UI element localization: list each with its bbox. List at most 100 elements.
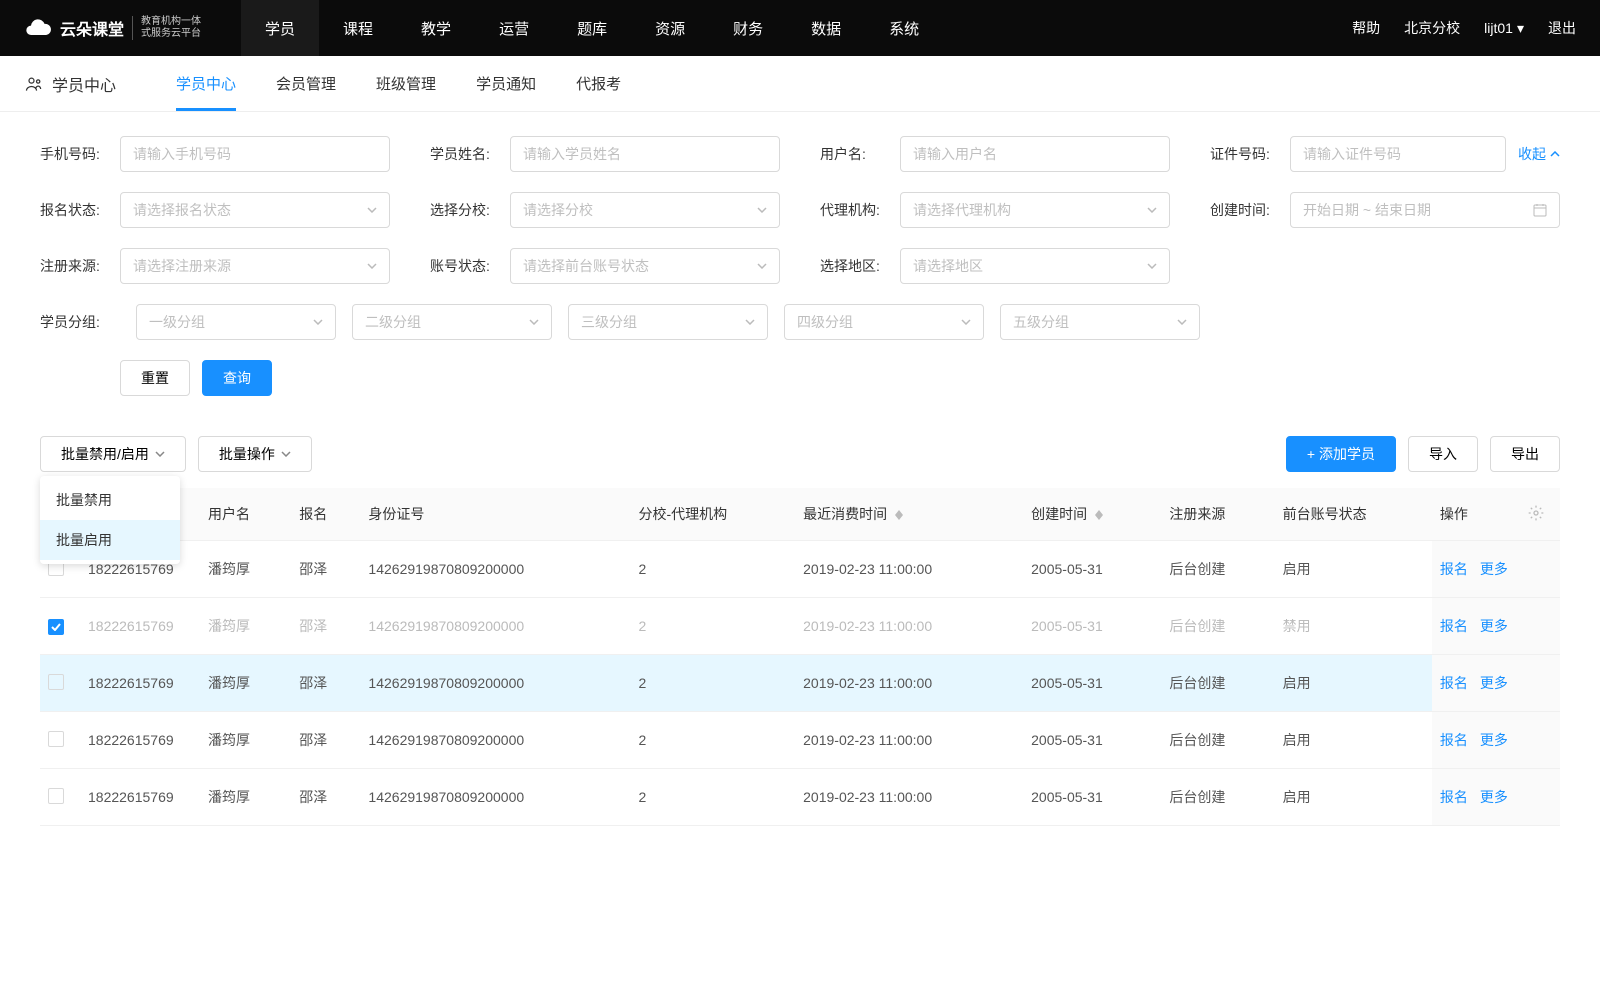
toolbar-right: + 添加学员 导入 导出 [1286, 436, 1560, 472]
caret-down-icon: ▾ [1517, 20, 1524, 37]
more-link[interactable]: 更多 [1480, 675, 1508, 691]
help-link[interactable]: 帮助 [1352, 18, 1380, 38]
region-select[interactable]: 请选择地区 [900, 248, 1170, 284]
table-row: 18222615769潘筠厚邵泽142629198708092000002201… [40, 655, 1560, 712]
username-input[interactable] [900, 136, 1170, 172]
cell-reg-source: 后台创建 [1161, 769, 1274, 826]
phone-input[interactable] [120, 136, 390, 172]
enroll-link[interactable]: 报名 [1440, 675, 1468, 691]
nav-item[interactable]: 财务 [709, 0, 787, 56]
sort-icon [895, 510, 903, 520]
nav-item[interactable]: 系统 [865, 0, 943, 56]
nav-item[interactable]: 课程 [319, 0, 397, 56]
cell-username: 潘筠厚 [200, 598, 291, 655]
row-checkbox[interactable] [48, 619, 64, 635]
search-button[interactable]: 查询 [202, 360, 272, 396]
cell-branch: 2 [631, 769, 796, 826]
table-row: 18222615769潘筠厚邵泽142629198708092000002201… [40, 769, 1560, 826]
cell-enroll: 邵泽 [291, 712, 360, 769]
account-status-select[interactable]: 请选择前台账号状态 [510, 248, 780, 284]
logout-link[interactable]: 退出 [1548, 18, 1576, 38]
cell-reg-source: 后台创建 [1161, 712, 1274, 769]
account-status-label: 账号状态: [430, 256, 510, 276]
chevron-down-icon [1147, 207, 1157, 213]
create-time-picker[interactable]: 开始日期 ~ 结束日期 [1290, 192, 1560, 228]
branch-select[interactable]: 请选择分校 [510, 192, 780, 228]
sort-icon [1095, 510, 1103, 520]
more-link[interactable]: 更多 [1480, 789, 1508, 805]
row-checkbox[interactable] [48, 788, 64, 804]
collapse-toggle[interactable]: 收起 [1518, 144, 1560, 164]
cell-phone: 18222615769 [80, 598, 200, 655]
add-student-button[interactable]: + 添加学员 [1286, 436, 1396, 472]
batch-op-button[interactable]: 批量操作 [198, 436, 312, 472]
col-settings[interactable] [1520, 488, 1560, 541]
nav-item[interactable]: 教学 [397, 0, 475, 56]
nav-item[interactable]: 题库 [553, 0, 631, 56]
export-button[interactable]: 导出 [1490, 436, 1560, 472]
cell-enroll: 邵泽 [291, 541, 360, 598]
group-select[interactable]: 三级分组 [568, 304, 768, 340]
username-label: 用户名: [820, 144, 900, 164]
col-branch: 分校-代理机构 [631, 488, 796, 541]
more-link[interactable]: 更多 [1480, 732, 1508, 748]
user-menu[interactable]: lijt01 ▾ [1484, 20, 1524, 37]
more-link[interactable]: 更多 [1480, 618, 1508, 634]
cell-idcard: 14262919870809200000 [360, 541, 630, 598]
sub-nav-item[interactable]: 学员中心 [176, 56, 236, 111]
enroll-status-select[interactable]: 请选择报名状态 [120, 192, 390, 228]
nav-item[interactable]: 运营 [475, 0, 553, 56]
col-create-time[interactable]: 创建时间 [1023, 488, 1161, 541]
enroll-link[interactable]: 报名 [1440, 732, 1468, 748]
name-input[interactable] [510, 136, 780, 172]
nav-item[interactable]: 数据 [787, 0, 865, 56]
idcard-input[interactable] [1290, 136, 1506, 172]
create-time-label: 创建时间: [1210, 200, 1290, 220]
more-link[interactable]: 更多 [1480, 561, 1508, 577]
cell-idcard: 14262919870809200000 [360, 712, 630, 769]
row-checkbox[interactable] [48, 731, 64, 747]
nav-right: 帮助 北京分校 lijt01 ▾ 退出 [1352, 18, 1576, 38]
sub-nav-items: 学员中心会员管理班级管理学员通知代报考 [176, 56, 621, 111]
batch-enable-item[interactable]: 批量启用 [40, 520, 180, 560]
batch-disable-item[interactable]: 批量禁用 [40, 480, 180, 520]
batch-toggle-button[interactable]: 批量禁用/启用 [40, 436, 186, 472]
enroll-link[interactable]: 报名 [1440, 561, 1468, 577]
group-select[interactable]: 四级分组 [784, 304, 984, 340]
nav-item[interactable]: 学员 [241, 0, 319, 56]
col-last-spend[interactable]: 最近消费时间 [795, 488, 1023, 541]
nav-item[interactable]: 资源 [631, 0, 709, 56]
chevron-down-icon [313, 319, 323, 325]
group-select[interactable]: 一级分组 [136, 304, 336, 340]
cell-create-time: 2005-05-31 [1023, 598, 1161, 655]
cell-username: 潘筠厚 [200, 655, 291, 712]
cell-create-time: 2005-05-31 [1023, 541, 1161, 598]
import-button[interactable]: 导入 [1408, 436, 1478, 472]
sub-nav-item[interactable]: 班级管理 [376, 56, 436, 111]
cell-reg-source: 后台创建 [1161, 655, 1274, 712]
enroll-link[interactable]: 报名 [1440, 618, 1468, 634]
cell-status: 启用 [1275, 541, 1432, 598]
branch-link[interactable]: 北京分校 [1404, 18, 1460, 38]
group-select[interactable]: 五级分组 [1000, 304, 1200, 340]
cell-create-time: 2005-05-31 [1023, 655, 1161, 712]
sub-nav-item[interactable]: 会员管理 [276, 56, 336, 111]
nav-items: 学员课程教学运营题库资源财务数据系统 [241, 0, 943, 56]
cell-last-spend: 2019-02-23 11:00:00 [795, 712, 1023, 769]
idcard-label: 证件号码: [1210, 144, 1290, 164]
group-select[interactable]: 二级分组 [352, 304, 552, 340]
cell-idcard: 14262919870809200000 [360, 598, 630, 655]
cell-branch: 2 [631, 541, 796, 598]
chevron-down-icon [961, 319, 971, 325]
enroll-link[interactable]: 报名 [1440, 789, 1468, 805]
action-row: 重置 查询 [40, 360, 1560, 396]
row-checkbox[interactable] [48, 674, 64, 690]
sub-nav-item[interactable]: 代报考 [576, 56, 621, 111]
reg-source-select[interactable]: 请选择注册来源 [120, 248, 390, 284]
agency-select[interactable]: 请选择代理机构 [900, 192, 1170, 228]
reset-button[interactable]: 重置 [120, 360, 190, 396]
sub-nav-item[interactable]: 学员通知 [476, 56, 536, 111]
cell-enroll: 邵泽 [291, 655, 360, 712]
chevron-down-icon [1177, 319, 1187, 325]
cell-create-time: 2005-05-31 [1023, 769, 1161, 826]
